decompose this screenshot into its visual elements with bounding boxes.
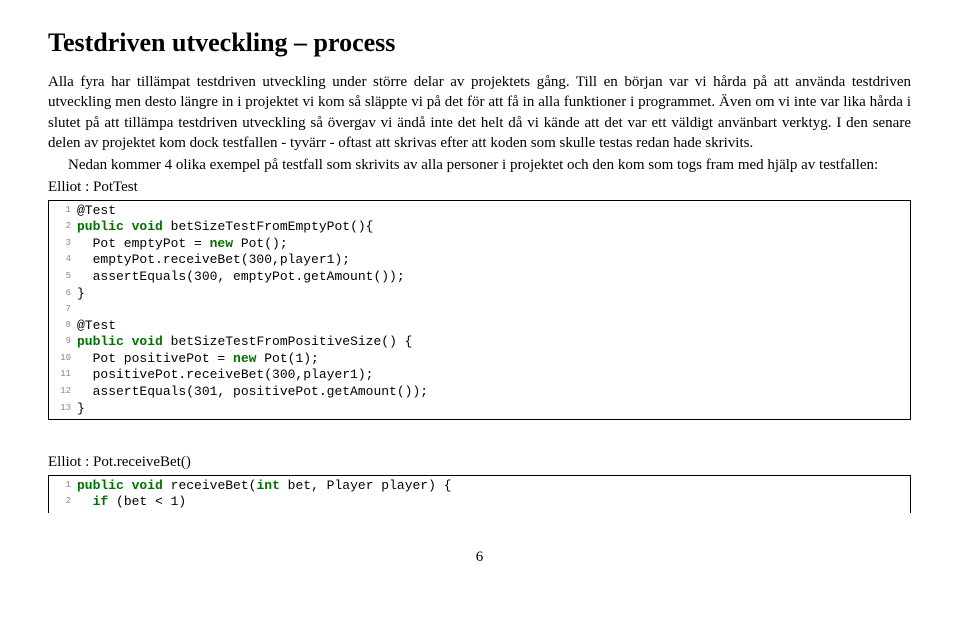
line-number: 6 [51,286,77,303]
line-number: 8 [51,318,77,335]
line-number: 10 [51,351,77,368]
line-number: 5 [51,269,77,286]
paragraph-1: Alla fyra har tillämpat testdriven utvec… [48,72,911,153]
line-number: 4 [51,252,77,269]
code-block-1: 1@Test 2public void betSizeTestFromEmpty… [48,200,911,421]
code-line: public void receiveBet(int bet, Player p… [77,478,452,495]
line-number: 3 [51,236,77,253]
section-heading: Testdriven utveckling – process [48,28,911,58]
line-number: 11 [51,367,77,384]
code-line: Pot positivePot = new Pot(1); [77,351,319,368]
code-line: assertEquals(301, positivePot.getAmount(… [77,384,428,401]
code-line: @Test [77,318,116,335]
code-line: emptyPot.receiveBet(300,player1); [77,252,350,269]
line-number: 2 [51,494,77,511]
page-number: 6 [476,549,484,566]
code-line: } [77,286,85,303]
line-number: 12 [51,384,77,401]
line-number: 1 [51,478,77,495]
line-number: 2 [51,219,77,236]
code-line: if (bet < 1) [77,494,186,511]
code-line: public void betSizeTestFromPositiveSize(… [77,334,412,351]
paragraph-2: Nedan kommer 4 olika exempel på testfall… [48,155,911,175]
code-block-2: 1public void receiveBet(int bet, Player … [48,475,911,513]
code-line: Pot emptyPot = new Pot(); [77,236,288,253]
line-number: 7 [51,302,77,317]
line-number: 1 [51,203,77,220]
line-number: 9 [51,334,77,351]
caption-elliot-receivebet: Elliot : Pot.receiveBet() [48,452,911,472]
code-line: @Test [77,203,116,220]
code-line: } [77,401,85,418]
code-line: assertEquals(300, emptyPot.getAmount()); [77,269,405,286]
code-line: public void betSizeTestFromEmptyPot(){ [77,219,373,236]
caption-elliot-pottest: Elliot : PotTest [48,177,911,197]
code-line: positivePot.receiveBet(300,player1); [77,367,373,384]
line-number: 13 [51,401,77,418]
